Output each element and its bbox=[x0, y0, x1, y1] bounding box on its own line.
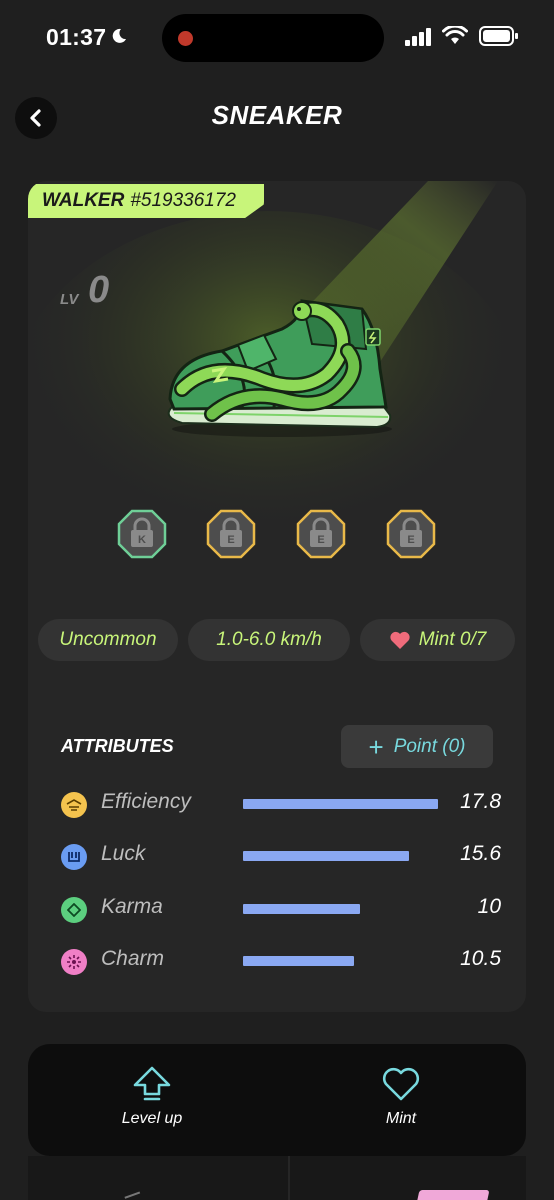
attribute-row-charm: Charm 10.5 bbox=[61, 946, 501, 976]
mint-count: Mint 0/7 bbox=[418, 629, 487, 650]
level-up-label: Level up bbox=[121, 1110, 183, 1127]
mint-pill: Mint 0/7 bbox=[360, 619, 515, 661]
luck-icon bbox=[61, 844, 87, 870]
arrow-up-icon bbox=[133, 1066, 171, 1101]
page-title: SNEAKER bbox=[211, 100, 343, 130]
sneaker-id-tag: WALKER #519336172 bbox=[28, 184, 264, 218]
sneaker-image bbox=[167, 299, 392, 437]
plus-icon: + bbox=[368, 731, 384, 762]
attribute-name: Karma bbox=[101, 895, 163, 918]
recording-indicator bbox=[178, 31, 193, 46]
attribute-row-karma: Karma 10 bbox=[61, 894, 501, 924]
heart-outline-icon bbox=[382, 1067, 420, 1101]
status-time: 01:37 bbox=[46, 24, 107, 50]
attribute-bar bbox=[243, 904, 360, 914]
attribute-bar-track bbox=[243, 851, 438, 861]
attribute-bar bbox=[243, 851, 409, 861]
battery-icon bbox=[479, 26, 518, 46]
add-point-button[interactable]: + Point (0) bbox=[341, 725, 493, 768]
attribute-bar-track bbox=[243, 799, 438, 809]
attribute-value: 10 bbox=[477, 895, 501, 918]
lock-icon: E bbox=[296, 509, 346, 559]
socket-letter: E bbox=[317, 534, 324, 546]
signal-icon bbox=[405, 28, 431, 46]
lock-icon: E bbox=[206, 509, 256, 559]
attributes-title: ATTRIBUTES bbox=[61, 736, 174, 756]
attribute-value: 15.6 bbox=[460, 842, 501, 865]
attribute-value: 17.8 bbox=[460, 790, 501, 813]
attribute-name: Charm bbox=[101, 947, 165, 970]
attribute-bar bbox=[243, 956, 355, 966]
socket-2[interactable]: E bbox=[206, 509, 256, 559]
sneaker-type: WALKER bbox=[42, 190, 125, 211]
level-label: LV bbox=[60, 291, 79, 308]
moon-icon bbox=[112, 28, 126, 43]
socket-letter: E bbox=[227, 534, 234, 546]
socket-4[interactable]: E bbox=[386, 509, 436, 559]
mint-label: Mint bbox=[385, 1110, 417, 1127]
socket-3[interactable]: E bbox=[296, 509, 346, 559]
speed-pill: 1.0-6.0 km/h bbox=[188, 619, 350, 661]
dynamic-island bbox=[162, 14, 384, 62]
sneaker-card: WALKER #519336172 LV 0 K E E E Uncommon … bbox=[28, 181, 526, 1012]
attribute-value: 10.5 bbox=[460, 947, 501, 970]
point-label: Point (0) bbox=[393, 735, 466, 757]
rarity-pill: Uncommon bbox=[38, 619, 178, 661]
efficiency-icon bbox=[61, 792, 87, 818]
socket-letter: K bbox=[138, 534, 146, 546]
socket-1[interactable]: K bbox=[117, 509, 167, 559]
socket-letter: E bbox=[407, 534, 414, 546]
charm-icon bbox=[61, 949, 87, 975]
speed-label: 1.0-6.0 km/h bbox=[216, 629, 322, 650]
mint-button[interactable]: Mint bbox=[326, 1066, 476, 1146]
divider bbox=[288, 1156, 290, 1200]
lock-icon: E bbox=[386, 509, 436, 559]
heart-icon bbox=[390, 631, 410, 649]
attribute-bar-track bbox=[243, 904, 438, 914]
status-bar: 01:37 bbox=[0, 0, 554, 78]
lock-icon: K bbox=[117, 509, 167, 559]
attribute-row-efficiency: Efficiency 17.8 bbox=[61, 789, 501, 819]
attribute-name: Efficiency bbox=[101, 790, 191, 813]
level-up-button[interactable]: Level up bbox=[77, 1066, 227, 1146]
partial-badge bbox=[416, 1190, 490, 1200]
attribute-bar-track bbox=[243, 956, 438, 966]
sneaker-id: #519336172 bbox=[130, 190, 236, 211]
attribute-name: Luck bbox=[101, 842, 146, 865]
attribute-bar bbox=[243, 799, 438, 809]
action-panel: Level up Mint bbox=[28, 1044, 526, 1156]
karma-icon bbox=[61, 897, 87, 923]
wifi-icon bbox=[442, 26, 468, 44]
attribute-row-luck: Luck 15.6 bbox=[61, 841, 501, 871]
rarity-label: Uncommon bbox=[59, 629, 157, 650]
level-value: 0 bbox=[88, 269, 110, 311]
